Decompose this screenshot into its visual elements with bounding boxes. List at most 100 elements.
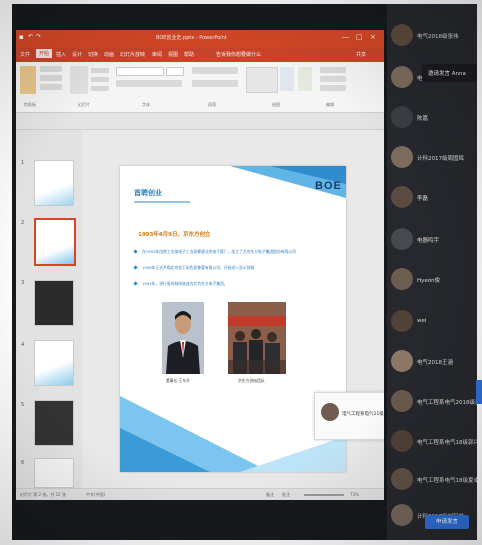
participant-avatar bbox=[391, 146, 413, 168]
slide-thumbnail[interactable] bbox=[34, 400, 74, 446]
list-buttons[interactable] bbox=[192, 67, 238, 74]
presenter-chip[interactable]: 电气工程系电气21级 bbox=[314, 392, 384, 440]
tab-design[interactable]: 设计 bbox=[72, 51, 82, 58]
tab-transitions[interactable]: 切换 bbox=[88, 51, 98, 58]
tab-help[interactable]: 帮助 bbox=[184, 51, 194, 58]
participant-avatar bbox=[391, 310, 413, 332]
save-icon[interactable]: ▪ bbox=[19, 33, 24, 41]
bullet-text: 1998年正式并购北京松下彩色显像管有限公司，开始进入显示领域 bbox=[142, 265, 255, 270]
font-style-buttons[interactable] bbox=[116, 80, 182, 87]
participant-name: wei bbox=[417, 318, 427, 324]
language-indicator[interactable]: 中文(中国) bbox=[86, 492, 105, 498]
participant-row[interactable]: 电气2018级张伟 bbox=[387, 18, 477, 52]
invite-tooltip: 邀请发言 Anna bbox=[422, 64, 477, 82]
font-name-select[interactable] bbox=[116, 67, 164, 76]
font-size-select[interactable] bbox=[166, 67, 184, 76]
powerpoint-window: ▪ ↶ ↷ BOE创业史.pptx - PowerPoint — □ × 文件 … bbox=[16, 30, 384, 500]
participant-row[interactable]: 电气工程系电气18级夏卓 bbox=[387, 462, 477, 496]
participant-avatar bbox=[391, 106, 413, 128]
portrait-illustration bbox=[162, 302, 204, 374]
group-paragraph-label: 段落 bbox=[208, 102, 216, 107]
participant-name: 电器鸣宇 bbox=[417, 238, 440, 244]
participant-name: Hyeon俊 bbox=[417, 278, 441, 284]
status-bar: 幻灯片 第 2 张，共 12 张 中文(中国) 备注 批注 73% bbox=[16, 488, 384, 500]
slide-canvas[interactable]: 首聘创业 BOE 1993年4月9日，京东方创立 在1993年由原工业部电子工业… bbox=[120, 166, 346, 472]
align-buttons[interactable] bbox=[192, 80, 238, 87]
monitor-screen: ▪ ↶ ↷ BOE创业史.pptx - PowerPoint — □ × 文件 … bbox=[12, 4, 477, 540]
tab-slideshow[interactable]: 幻灯片放映 bbox=[120, 51, 145, 58]
participant-row[interactable]: 李磊 bbox=[387, 180, 477, 214]
participant-name: 陈嘉 bbox=[417, 116, 429, 122]
reset-button[interactable] bbox=[91, 77, 109, 82]
thumb-number: 3 bbox=[21, 280, 25, 286]
layout-button[interactable] bbox=[91, 68, 109, 73]
slide-thumbnail[interactable] bbox=[34, 340, 74, 386]
title-bar: ▪ ↶ ↷ BOE创业史.pptx - PowerPoint — □ × bbox=[16, 30, 384, 48]
tab-insert[interactable]: 插入 bbox=[56, 51, 66, 58]
participant-row[interactable]: 电气工程系电气2018级郭霖 bbox=[387, 384, 477, 418]
undo-icon[interactable]: ↶ bbox=[28, 33, 33, 40]
participant-avatar bbox=[391, 228, 413, 250]
photo-frame: ▪ ↶ ↷ BOE创业史.pptx - PowerPoint — □ × 文件 … bbox=[0, 0, 482, 545]
replace-button[interactable] bbox=[320, 76, 346, 82]
tab-file[interactable]: 文件 bbox=[20, 51, 30, 58]
presenter-name: 电气工程系电气21级 bbox=[342, 412, 384, 417]
participant-name: 李磊 bbox=[417, 196, 429, 202]
paste-button[interactable] bbox=[20, 66, 36, 94]
maximize-button[interactable]: □ bbox=[356, 33, 363, 41]
tab-review[interactable]: 审阅 bbox=[152, 51, 162, 58]
participant-name: 计科2017级周国辉 bbox=[417, 156, 464, 162]
slide-thumbnails-pane: 1 2 3 4 5 6 bbox=[16, 130, 82, 488]
presenter-avatar bbox=[321, 403, 339, 421]
group-photo-illustration bbox=[228, 302, 286, 374]
group-drawing-label: 绘图 bbox=[272, 102, 280, 107]
tab-view[interactable]: 视图 bbox=[168, 51, 178, 58]
participant-row[interactable]: 电气2018王涵 bbox=[387, 344, 477, 378]
participant-row[interactable]: 电器鸣宇 bbox=[387, 222, 477, 256]
redo-icon[interactable]: ↷ bbox=[36, 33, 41, 40]
group-font-label: 字体 bbox=[142, 102, 150, 107]
bullet-text: 在1993年由原工业部电子工业局筹建北京电子管厂，成立了北京东方电子集团股份有限… bbox=[142, 249, 296, 254]
close-button[interactable]: × bbox=[370, 33, 376, 41]
slide-thumbnail[interactable] bbox=[34, 160, 74, 206]
group-slides-label: 幻灯片 bbox=[78, 102, 90, 107]
tell-me-box[interactable]: 告诉我你想要做什么 bbox=[216, 51, 261, 58]
participant-row[interactable]: 电气工程系电气18级郭兴 bbox=[387, 424, 477, 458]
participant-name: 电气工程系电气18级郭兴 bbox=[417, 440, 477, 446]
participant-row[interactable]: wei bbox=[387, 304, 477, 338]
minimize-button[interactable]: — bbox=[342, 33, 349, 41]
notes-button[interactable]: 备注 bbox=[266, 492, 274, 498]
cut-button[interactable] bbox=[40, 66, 62, 72]
slide-thumbnail[interactable] bbox=[34, 280, 74, 326]
quick-styles-button[interactable] bbox=[298, 67, 312, 91]
request-speak-button[interactable]: 申请发言 bbox=[425, 515, 469, 529]
slide-thumbnail-selected[interactable] bbox=[34, 218, 76, 266]
select-button[interactable] bbox=[320, 85, 346, 91]
comments-button[interactable]: 批注 bbox=[282, 492, 290, 498]
participant-row[interactable]: Hyeon俊 bbox=[387, 262, 477, 296]
participant-row[interactable]: 计科2017级周国辉 bbox=[387, 140, 477, 174]
zoom-slider[interactable] bbox=[304, 494, 344, 496]
participant-avatar bbox=[391, 390, 413, 412]
arrange-button[interactable] bbox=[280, 67, 294, 91]
find-button[interactable] bbox=[320, 67, 346, 73]
section-button[interactable] bbox=[91, 86, 109, 91]
participant-row[interactable]: 陈嘉 bbox=[387, 100, 477, 134]
group-photo-caption: 京东方创始团队 bbox=[238, 378, 265, 383]
share-button[interactable]: 共享 bbox=[356, 51, 366, 58]
participant-avatar bbox=[391, 186, 413, 208]
portrait-caption: 董事长 王东升 bbox=[166, 378, 190, 383]
shapes-gallery[interactable] bbox=[246, 67, 278, 93]
thumb-number: 6 bbox=[21, 460, 25, 466]
zoom-level[interactable]: 73% bbox=[350, 492, 359, 497]
tab-animations[interactable]: 动画 bbox=[104, 51, 114, 58]
slide-thumbnail[interactable] bbox=[34, 458, 74, 488]
copy-button[interactable] bbox=[40, 75, 62, 81]
tab-home[interactable]: 开始 bbox=[36, 49, 53, 58]
participant-name: 电气工程系电气18级夏卓 bbox=[417, 478, 477, 484]
window-accent-edge bbox=[476, 380, 482, 404]
new-slide-button[interactable] bbox=[70, 66, 88, 94]
format-painter-button[interactable] bbox=[40, 84, 62, 90]
portrait-photo bbox=[162, 302, 204, 374]
participant-name: 电气2018王涵 bbox=[417, 360, 453, 366]
